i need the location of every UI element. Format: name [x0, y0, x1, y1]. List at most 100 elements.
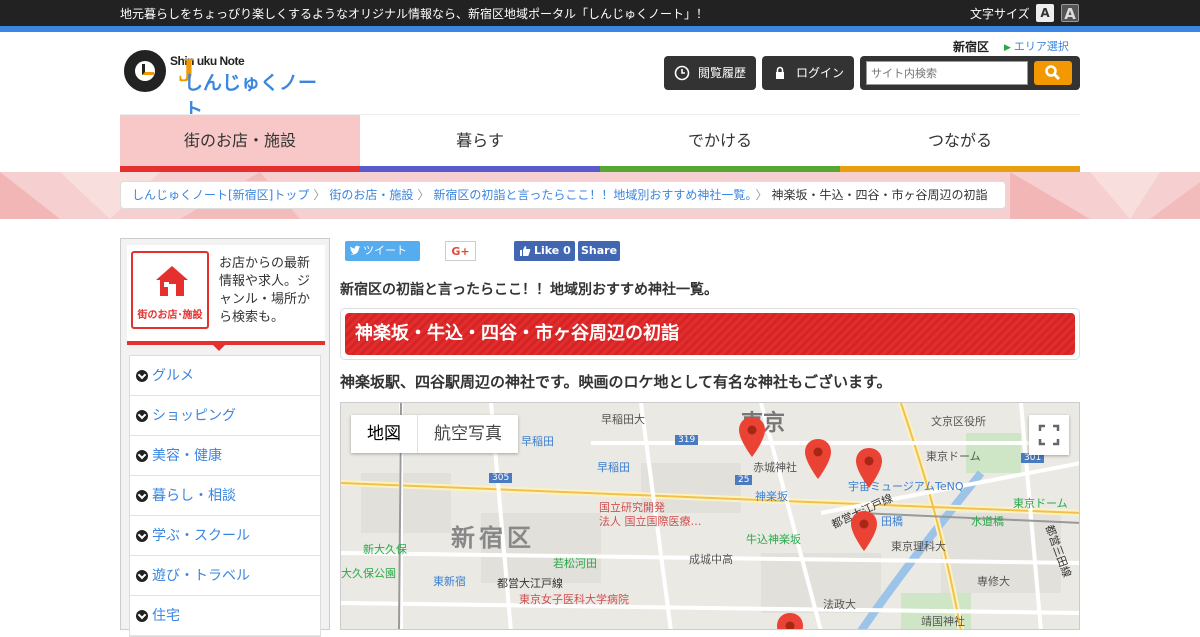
thumbs-up-icon	[520, 246, 531, 256]
history-button[interactable]: 閲覧履歴	[664, 56, 756, 90]
map-route-badge: 25	[735, 475, 753, 485]
category-school[interactable]: 学ぶ・スクール	[130, 516, 320, 556]
category-label: グルメ	[152, 368, 194, 384]
area-select-link[interactable]: ▶ エリア選択	[1004, 38, 1069, 54]
map-label: 新大久保	[363, 543, 407, 556]
site-logo[interactable]: Shin uku Note J しんじゅくノート	[124, 48, 324, 121]
nav-shops[interactable]: 街のお店・施設	[120, 114, 360, 172]
shops-category-logo[interactable]: 街のお店･施設	[131, 251, 209, 329]
category-label: 暮らし・相談	[152, 488, 236, 504]
font-size-label: 文字サイズ	[970, 7, 1030, 21]
map-label: 神楽坂	[755, 490, 788, 503]
section-lead: 神楽坂駅、四谷駅周辺の神社です。映画のロケ地として有名な神社もございます。	[340, 373, 892, 391]
fullscreen-icon	[1038, 424, 1060, 446]
house-icon	[156, 266, 188, 296]
search-box	[860, 56, 1080, 90]
header-stripe	[0, 26, 1200, 32]
nav-outing[interactable]: でかける	[600, 114, 840, 172]
category-shopping[interactable]: ショッピング	[130, 396, 320, 436]
chevron-down-icon	[136, 370, 148, 382]
nav-connect-label: つながる	[927, 131, 992, 150]
map-label: 若松河田	[553, 557, 597, 570]
map-marker-pin-icon[interactable]	[856, 448, 882, 488]
site-tagline: 地元暮らしをちょっぴり楽しくするようなオリジナル情報なら、新宿区地域ポータル「し…	[120, 7, 709, 21]
triangle-right-icon: ▶	[1004, 43, 1011, 53]
category-travel[interactable]: 遊び・トラベル	[130, 556, 320, 596]
map-marker-pin-icon[interactable]	[805, 439, 831, 479]
category-beauty[interactable]: 美容・健康	[130, 436, 320, 476]
section-headline: 神楽坂・牛込・四谷・市ヶ谷周辺の初詣	[345, 313, 1075, 355]
article-title: 新宿区の初詣と言ったらここ！！地域別おすすめ神社一覧。	[340, 282, 718, 298]
category-label: ショッピング	[152, 408, 236, 424]
map-label: 都営大江戸線	[497, 577, 563, 590]
category-gourmet[interactable]: グルメ	[130, 356, 320, 396]
map-tab-map[interactable]: 地図	[351, 415, 418, 453]
category-list: グルメ ショッピング 美容・健康 暮らし・相談 学ぶ・スクール 遊び・トラベル …	[129, 355, 321, 637]
google-plus-button[interactable]: G+	[445, 241, 476, 261]
clock-icon	[674, 65, 690, 81]
map-type-control: 地図 航空写真	[351, 415, 518, 453]
map-label: 牛込神楽坂	[746, 533, 801, 546]
category-living[interactable]: 暮らし・相談	[130, 476, 320, 516]
map-marker-pin-icon[interactable]	[851, 511, 877, 551]
map-label: 法人 国立国際医療…	[599, 515, 702, 528]
map-label: 早稲田大	[601, 413, 645, 426]
area-select-label: エリア選択	[1013, 40, 1069, 53]
chevron-down-icon	[136, 450, 148, 462]
global-nav: 街のお店・施設 暮らす でかける つながる	[120, 114, 1080, 172]
search-input[interactable]	[866, 61, 1028, 85]
nav-living[interactable]: 暮らす	[360, 114, 600, 172]
nav-connect[interactable]: つながる	[840, 114, 1080, 172]
facebook-like-label: Like 0	[534, 244, 571, 257]
google-map[interactable]: 早稲田大 東京 文京区役所 早稲田 早稲田 赤城神社 神楽坂 東京ドーム 宇宙ミ…	[340, 402, 1080, 630]
chevron-down-icon	[136, 570, 148, 582]
twitter-bird-icon	[350, 245, 361, 255]
section-headline-frame: 神楽坂・牛込・四谷・市ヶ谷周辺の初詣	[340, 308, 1080, 360]
map-label: 早稲田	[521, 435, 554, 448]
map-tab-satellite[interactable]: 航空写真	[418, 415, 518, 453]
breadcrumb-article-link[interactable]: 新宿区の初詣と言ったらここ！！地域別おすすめ神社一覧。	[433, 188, 751, 202]
nav-living-label: 暮らす	[456, 131, 504, 150]
map-label: 東京理科大	[891, 540, 946, 553]
map-label: 水道橋	[971, 515, 1004, 528]
fullscreen-button[interactable]	[1029, 415, 1069, 455]
map-label: 東京ドーム	[926, 450, 981, 463]
map-label: 成城中高	[689, 553, 733, 566]
breadcrumb-top-link[interactable]: しんじゅくノート[新宿区]トップ	[132, 188, 309, 202]
sidebar-logo-caption: 街のお店･施設	[137, 310, 203, 321]
chevron-down-icon	[136, 490, 148, 502]
map-marker-pin-icon[interactable]	[739, 417, 765, 457]
map-label: 田橋	[881, 515, 903, 528]
login-button[interactable]: ログイン	[762, 56, 854, 90]
search-button[interactable]	[1034, 61, 1072, 85]
facebook-share-button[interactable]: Share	[578, 241, 620, 261]
map-marker-pin-icon[interactable]	[777, 613, 803, 630]
breadcrumb-shops-link[interactable]: 街のお店・施設	[329, 188, 413, 202]
sidebar-description: お店からの最新情報や求人。ジャンル・場所から検索も。	[219, 256, 311, 325]
category-label: 住宅	[152, 608, 180, 624]
sidebar-divider	[127, 341, 325, 345]
map-label: 早稲田	[597, 461, 630, 474]
map-label: 東京ドーム	[1013, 497, 1068, 510]
facebook-like-button[interactable]: Like 0	[514, 241, 575, 261]
breadcrumb: しんじゅくノート[新宿区]トップ〉街のお店・施設〉新宿区の初詣と言ったらここ！！…	[120, 181, 1006, 209]
map-label: 赤城神社	[753, 461, 797, 474]
tweet-label: ツイート	[363, 244, 407, 257]
map-label: 専修大	[977, 575, 1010, 588]
sidebar-header: 街のお店･施設 お店からの最新情報や求人。ジャンル・場所から検索も。	[127, 245, 325, 341]
tweet-button[interactable]: ツイート	[345, 241, 420, 261]
breadcrumb-separator-icon: 〉	[417, 188, 430, 202]
font-size-small-button[interactable]: A	[1036, 4, 1054, 22]
map-label: 東京女子医科大学病院	[519, 593, 629, 606]
category-housing[interactable]: 住宅	[130, 596, 320, 636]
login-button-label: ログイン	[796, 66, 845, 80]
breadcrumb-current: 神楽坂・牛込・四谷・市ヶ谷周辺の初詣	[771, 188, 988, 202]
category-label: 美容・健康	[152, 448, 222, 464]
nav-shops-label: 街のお店・施設	[183, 131, 296, 150]
font-size-large-button[interactable]: A	[1061, 4, 1079, 23]
map-label: 法政大	[823, 598, 856, 611]
map-label: 東新宿	[433, 575, 466, 588]
map-route-badge: 319	[675, 435, 699, 445]
lock-icon	[776, 66, 784, 79]
chevron-down-icon	[136, 410, 148, 422]
